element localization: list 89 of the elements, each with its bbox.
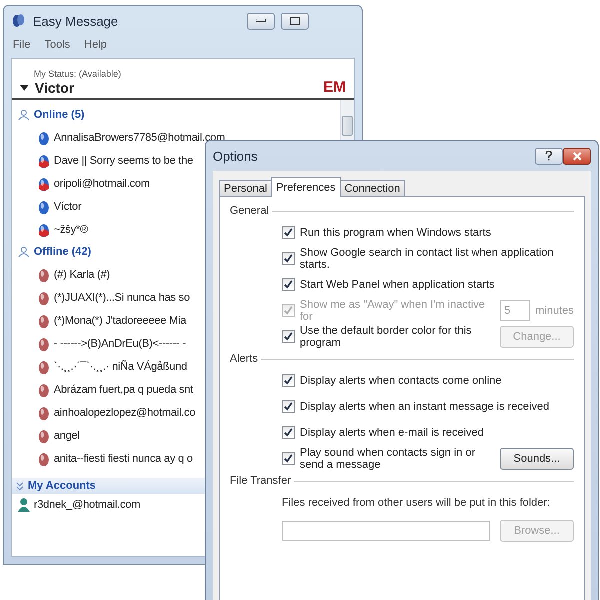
checkmark-icon xyxy=(284,402,293,411)
checkbox-label[interactable]: Display alerts when e-mail is received xyxy=(300,426,484,438)
folder-path-field[interactable] xyxy=(282,521,490,541)
checkmark-icon xyxy=(284,228,293,237)
help-icon xyxy=(545,151,553,161)
checkmark-icon xyxy=(284,280,293,289)
menu-item[interactable]: Help xyxy=(84,39,108,51)
contact-name[interactable]: ~žšy*® xyxy=(54,224,88,236)
contact-name[interactable]: (*)JUAXI(*)...Si nunca has so xyxy=(54,292,190,304)
caret-icon[interactable] xyxy=(20,84,29,90)
offline-status-icon xyxy=(38,358,50,374)
checkmark-icon xyxy=(284,254,293,263)
tab[interactable]: Preferences xyxy=(271,177,341,197)
app-logo-icon xyxy=(11,13,27,29)
brand-logo: EM xyxy=(324,79,346,96)
checkbox-label[interactable]: Display alerts when an instant message is received xyxy=(300,400,550,412)
group-header[interactable]: Online (5) xyxy=(34,109,85,121)
person-icon xyxy=(18,498,30,512)
account-name[interactable]: r3dnek_@hotmail.com xyxy=(34,499,140,511)
checkbox[interactable] xyxy=(282,400,295,413)
contact-name[interactable]: Víctor xyxy=(54,200,82,212)
folder-note: Files received from other users will be put in this folder: xyxy=(282,496,550,508)
section-title: General xyxy=(230,205,270,217)
checkmark-icon xyxy=(284,376,293,385)
tab[interactable]: Personal xyxy=(219,180,272,197)
group-expanded-icon[interactable] xyxy=(18,246,30,258)
contact-name[interactable]: Dave || Sorry seems to be the xyxy=(54,154,194,166)
checkbox[interactable] xyxy=(282,226,295,239)
offline-status-icon xyxy=(38,428,50,444)
busy-status-icon xyxy=(38,222,50,238)
checkmark-icon xyxy=(284,454,293,463)
collapse-icon[interactable] xyxy=(16,482,24,490)
checkbox-label[interactable]: Start Web Panel when application starts xyxy=(300,278,495,290)
checkmark-icon xyxy=(284,332,293,341)
busy-status-icon xyxy=(38,176,50,192)
group-expanded-icon[interactable] xyxy=(18,109,30,121)
online-status-icon xyxy=(38,130,50,146)
checkbox[interactable] xyxy=(282,252,295,265)
section-title: File Transfer xyxy=(230,475,292,487)
contact-name[interactable]: - ------>(B)AnDrEu(B)<------ - xyxy=(54,338,186,350)
maximize-button[interactable] xyxy=(281,12,309,30)
online-status-icon xyxy=(38,198,50,214)
offline-status-icon xyxy=(38,266,50,282)
close-button[interactable] xyxy=(563,148,591,164)
dialog-button[interactable]: Sounds... xyxy=(500,448,574,470)
unit-label: minutes xyxy=(535,304,574,316)
section-title: Alerts xyxy=(230,353,258,365)
user-name: Victor xyxy=(35,80,76,96)
checkbox-label[interactable]: Run this program when Windows starts xyxy=(300,226,492,238)
menu-item[interactable]: File xyxy=(13,39,31,51)
checkbox-label[interactable]: Use the default border color for this program xyxy=(300,324,490,348)
tab[interactable]: Connection xyxy=(340,180,406,197)
minimize-icon xyxy=(256,19,266,23)
contact-name[interactable]: anita--fiesti fiesti nunca ay q o xyxy=(54,452,193,464)
accounts-header[interactable]: My Accounts xyxy=(28,480,96,492)
offline-status-icon xyxy=(38,312,50,328)
checkbox-label[interactable]: Display alerts when contacts come online xyxy=(300,374,502,386)
help-button[interactable] xyxy=(535,148,563,164)
contact-name[interactable]: ainhoalopezlopez@hotmail.co xyxy=(54,406,196,418)
contact-name[interactable]: AnnalisaBrowers7785@hotmail.com xyxy=(54,132,226,144)
contact-name[interactable]: Abrázam fuert,pa q pueda snt xyxy=(54,384,194,396)
contact-name[interactable]: oripoli@hotmail.com xyxy=(54,178,150,190)
contact-name[interactable]: (*)Mona(*) J'tadoreeeee Mia xyxy=(54,314,186,326)
checkmark-icon xyxy=(284,428,293,437)
window-title: Easy Message xyxy=(33,14,120,28)
checkbox-label[interactable]: Show Google search in contact list when application starts. xyxy=(300,246,574,270)
checkbox[interactable] xyxy=(282,278,295,291)
contact-name[interactable]: `·.¸¸.·´¯`·.¸¸.· niÑa VÁgåßund xyxy=(54,360,188,372)
offline-status-icon xyxy=(38,290,50,306)
dialog-title: Options xyxy=(213,148,259,164)
checkmark-icon xyxy=(284,306,293,315)
offline-status-icon xyxy=(38,382,50,398)
offline-status-icon xyxy=(38,336,50,352)
checkbox[interactable] xyxy=(282,330,295,343)
maximize-icon xyxy=(290,17,300,25)
minimize-button[interactable] xyxy=(247,12,275,30)
status-label[interactable]: My Status: (Available) xyxy=(34,69,346,79)
checkbox[interactable] xyxy=(282,452,295,465)
close-icon xyxy=(572,152,582,160)
offline-status-icon xyxy=(38,404,50,420)
contact-name[interactable]: angel xyxy=(54,430,80,442)
checkbox[interactable] xyxy=(282,426,295,439)
contact-name[interactable]: (#) Karla (#) xyxy=(54,268,110,280)
offline-status-icon xyxy=(38,450,50,466)
group-header[interactable]: Offline (42) xyxy=(34,246,92,258)
checkbox[interactable] xyxy=(282,374,295,387)
checkbox-label[interactable]: Play sound when contacts sign in or send a message xyxy=(300,446,490,470)
busy-status-icon xyxy=(38,152,50,168)
menu-item[interactable]: Tools xyxy=(44,39,70,51)
